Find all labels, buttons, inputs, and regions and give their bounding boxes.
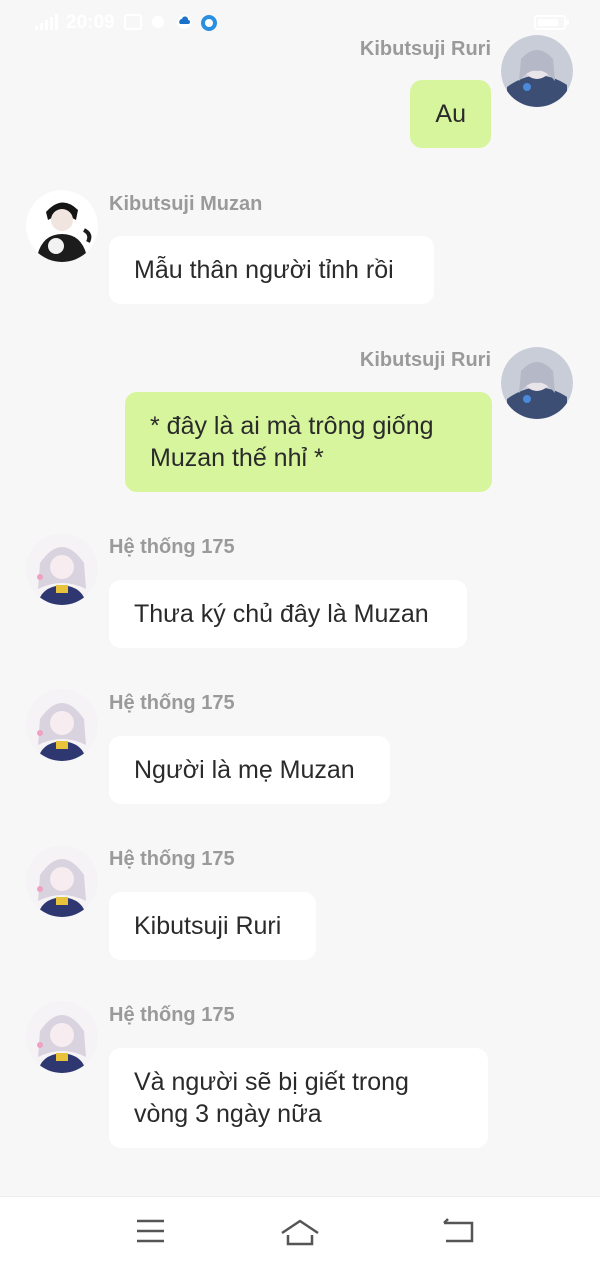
sender-name: Kibutsuji Ruri — [359, 38, 491, 60]
message-bubble[interactable]: Người là mẹ Muzan — [109, 736, 390, 804]
battery-icon — [534, 15, 569, 30]
ruri-avatar[interactable] — [501, 35, 573, 107]
sender-name: Hệ thống 175 — [109, 536, 235, 558]
back-icon[interactable] — [436, 1211, 480, 1251]
sender-name: Kibutsuji Ruri — [359, 349, 491, 371]
menu-icon[interactable] — [128, 1211, 172, 1251]
message-bubble[interactable]: Mẫu thân người tỉnh rồi — [109, 236, 434, 304]
status-bar: 20:09 — [0, 0, 600, 44]
signal-icon — [35, 14, 58, 30]
system-avatar[interactable] — [26, 1001, 98, 1073]
status-time: 20:09 — [66, 12, 115, 33]
message-bubble[interactable]: Thưa ký chủ đây là Muzan — [109, 580, 467, 648]
message-bubble[interactable]: Và người sẽ bị giết trong vòng 3 ngày nữ… — [109, 1048, 488, 1148]
notification-icon — [152, 16, 164, 28]
sender-name: Kibutsuji Muzan — [109, 193, 263, 215]
message-icon — [124, 14, 142, 30]
app-status-icon — [201, 15, 217, 31]
message-bubble[interactable]: Au — [410, 80, 491, 148]
sender-name: Hệ thống 175 — [109, 1004, 235, 1026]
system-avatar[interactable] — [26, 845, 98, 917]
ruri-avatar[interactable] — [501, 347, 573, 419]
system-avatar[interactable] — [26, 689, 98, 761]
muzan-avatar[interactable] — [26, 190, 98, 262]
sender-name: Hệ thống 175 — [109, 848, 235, 870]
navigation-bar — [0, 1196, 600, 1267]
sender-name: Hệ thống 175 — [109, 692, 235, 714]
cloud-icon — [177, 15, 191, 29]
message-bubble[interactable]: Kibutsuji Ruri — [109, 892, 316, 960]
system-avatar[interactable] — [26, 533, 98, 605]
home-icon[interactable] — [278, 1211, 322, 1251]
message-bubble[interactable]: * đây là ai mà trông giống Muzan thế nhỉ… — [125, 392, 492, 492]
